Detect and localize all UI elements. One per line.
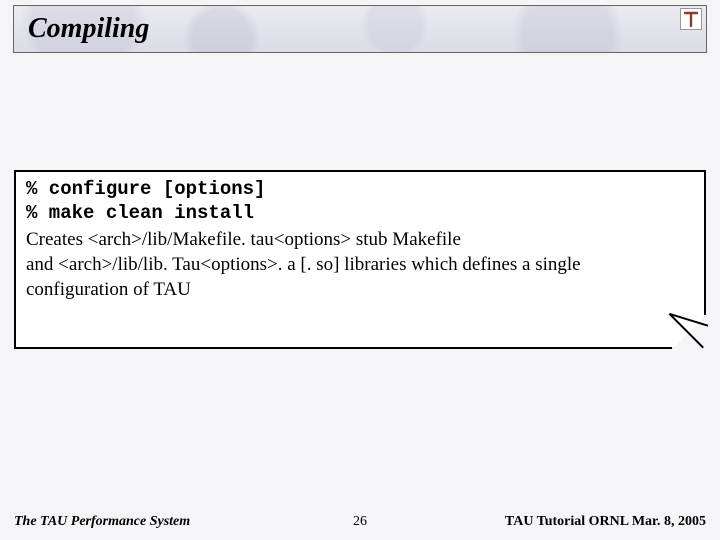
code-line-2: % make clean install [26,202,694,226]
page-number: 26 [353,514,367,530]
code-line-1: % configure [options] [26,178,694,202]
description-line-2: and <arch>/lib/lib. Tau<options>. a [. s… [26,253,694,276]
title-bar: Compiling [14,6,706,52]
slide-title: Compiling [28,13,149,45]
page-fold-icon [672,315,706,349]
tau-logo-icon [680,8,702,30]
content-note: % configure [options] % make clean insta… [14,170,706,349]
footer-left: The TAU Performance System [14,514,190,530]
description-line-1: Creates <arch>/lib/Makefile. tau<options… [26,228,694,251]
footer-right: TAU Tutorial ORNL Mar. 8, 2005 [505,514,706,530]
description-line-3: configuration of TAU [26,278,694,301]
footer: The TAU Performance System 26 TAU Tutori… [14,514,706,530]
